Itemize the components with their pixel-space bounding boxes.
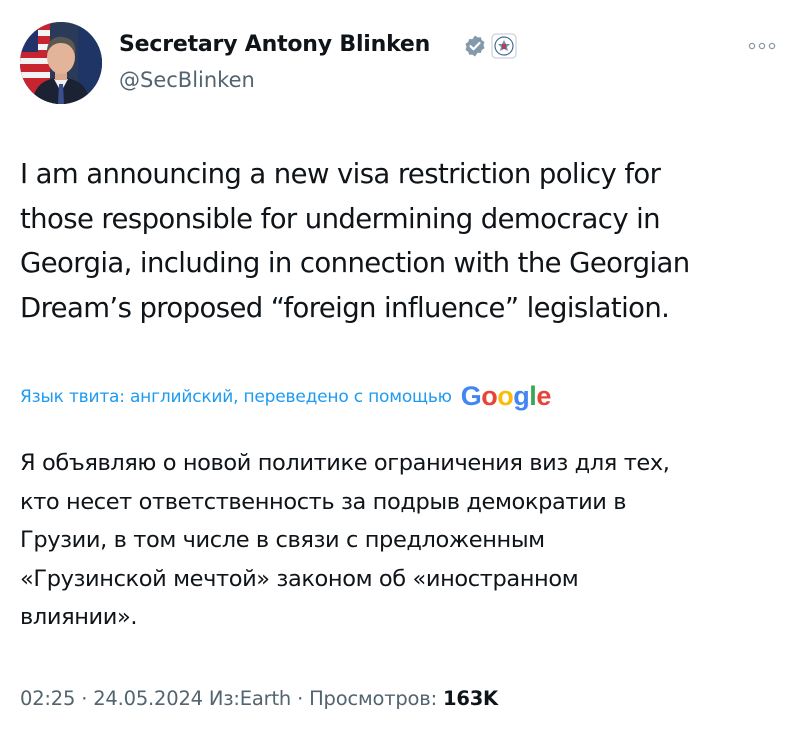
tweet-time[interactable]: 02:25 bbox=[20, 687, 75, 710]
google-logo: Google bbox=[460, 380, 552, 411]
views-count[interactable]: 163K bbox=[443, 687, 498, 710]
more-dots-icon bbox=[748, 42, 776, 50]
meta-separator: · bbox=[291, 687, 310, 710]
author-name[interactable]: Secretary Antony Blinken bbox=[119, 32, 430, 57]
state-department-seal-icon[interactable] bbox=[491, 33, 517, 59]
tweet-date[interactable]: 24.05.2024 bbox=[93, 687, 203, 710]
tweet-metadata: 02:25 · 24.05.2024 Из:Earth · Просмотров… bbox=[20, 687, 498, 710]
meta-separator: · bbox=[75, 687, 94, 710]
google-logo-letter: e bbox=[536, 380, 551, 411]
tweet-text: I am announcing a new visa restriction p… bbox=[20, 158, 690, 324]
more-options-button[interactable] bbox=[744, 36, 780, 56]
views-label: Просмотров: bbox=[309, 687, 437, 710]
google-logo-letter: g bbox=[513, 380, 530, 411]
google-logo-letter: o bbox=[481, 380, 498, 411]
tweet-source: Из:Earth bbox=[208, 687, 292, 710]
gray-verified-checkmark-icon[interactable] bbox=[463, 34, 487, 58]
translation-label-link[interactable]: Язык твита: английский, переведено с пом… bbox=[20, 387, 452, 407]
translated-text: Я объявляю о новой политике ограничения … bbox=[20, 450, 670, 630]
translation-attribution: Язык твита: английский, переведено с пом… bbox=[20, 380, 551, 414]
author-handle[interactable]: @SecBlinken bbox=[119, 68, 255, 92]
author-avatar[interactable] bbox=[20, 22, 102, 104]
author-badges bbox=[463, 33, 517, 59]
profile-photo-avatar bbox=[20, 22, 102, 104]
google-logo-letter: o bbox=[497, 380, 514, 411]
google-logo-letter: G bbox=[460, 380, 482, 411]
tweet-card: Secretary Antony Blinken @SecBlinken I a… bbox=[0, 0, 800, 733]
